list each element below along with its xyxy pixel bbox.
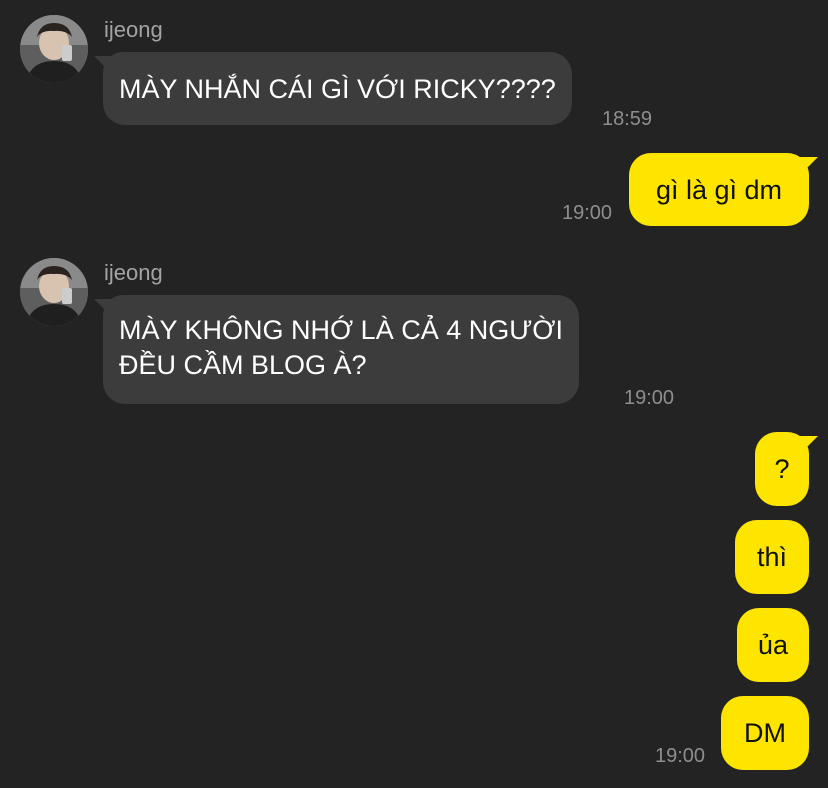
outgoing-message-bubble[interactable]: thì bbox=[735, 520, 809, 594]
sender-avatar[interactable] bbox=[20, 258, 88, 326]
message-timestamp: 19:00 bbox=[562, 202, 613, 224]
sender-name: ijeong bbox=[104, 17, 163, 42]
message-text: DM bbox=[744, 718, 786, 748]
sender-avatar[interactable] bbox=[20, 15, 88, 83]
avatar-photo-icon bbox=[20, 258, 88, 326]
message-timestamp: 18:59 bbox=[602, 108, 653, 130]
outgoing-message-bubble[interactable]: DM bbox=[721, 696, 809, 770]
outgoing-message-bubble[interactable]: gì là gì dm bbox=[629, 153, 809, 226]
message-timestamp: 19:00 bbox=[624, 387, 675, 409]
incoming-message-bubble[interactable]: MÀY KHÔNG NHỚ LÀ CẢ 4 NGƯỜI ĐỀU CẦM BLOG… bbox=[103, 295, 579, 404]
message-text-line: MÀY KHÔNG NHỚ LÀ CẢ 4 NGƯỜI bbox=[119, 315, 563, 345]
outgoing-message-bubble[interactable]: ủa bbox=[737, 608, 809, 682]
message-timestamp: 19:00 bbox=[655, 745, 706, 767]
avatar-photo-icon bbox=[20, 15, 88, 83]
message-text: MÀY NHẮN CÁI GÌ VỚI RICKY???? bbox=[119, 74, 556, 104]
message-text-line: ĐỀU CẦM BLOG À? bbox=[119, 350, 367, 380]
message-text: thì bbox=[756, 542, 788, 572]
message-text: gì là gì dm bbox=[655, 175, 783, 205]
incoming-message-bubble[interactable]: MÀY NHẮN CÁI GÌ VỚI RICKY???? bbox=[103, 52, 572, 125]
message-text: ủa bbox=[757, 630, 789, 660]
message-text: ? bbox=[774, 454, 790, 484]
outgoing-message-bubble[interactable]: ? bbox=[755, 432, 809, 506]
sender-name: ijeong bbox=[104, 260, 163, 285]
chat-thread: ijeong MÀY NHẮN CÁI GÌ VỚI RICKY???? 18:… bbox=[0, 0, 828, 788]
